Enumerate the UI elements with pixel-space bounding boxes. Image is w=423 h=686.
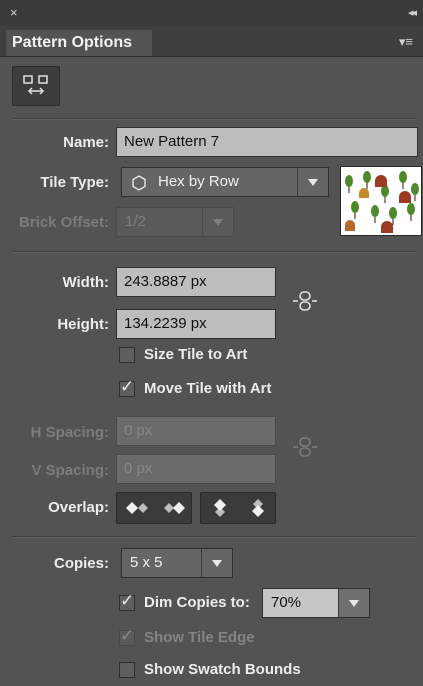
name-label: Name: bbox=[63, 134, 109, 151]
right-in-front-icon bbox=[164, 502, 185, 514]
top-in-front-button[interactable] bbox=[201, 493, 239, 523]
v-spacing-label: V Spacing: bbox=[31, 462, 109, 479]
divider bbox=[12, 118, 417, 120]
panel-title-bar: × ◂◂ bbox=[0, 0, 423, 26]
overlap-label: Overlap: bbox=[48, 499, 109, 516]
copies-value: 5 x 5 bbox=[130, 554, 163, 571]
chevron-down-icon bbox=[297, 168, 328, 196]
left-in-front-icon bbox=[126, 502, 148, 514]
copies-dropdown[interactable]: 5 x 5 bbox=[121, 548, 233, 578]
height-label: Height: bbox=[57, 316, 109, 333]
dim-copies-value: 70% bbox=[271, 594, 302, 611]
link-spacing-icon[interactable] bbox=[292, 434, 318, 460]
left-in-front-button[interactable] bbox=[117, 493, 155, 523]
right-in-front-button[interactable] bbox=[155, 493, 193, 523]
show-swatch-bounds-checkbox[interactable] bbox=[119, 662, 135, 678]
chevron-down-icon bbox=[201, 549, 232, 577]
collapse-icon[interactable]: ◂◂ bbox=[408, 6, 417, 19]
move-tile-with-art-checkbox[interactable] bbox=[119, 377, 135, 397]
bottom-in-front-icon bbox=[252, 499, 264, 517]
hexagon-icon bbox=[132, 175, 146, 191]
divider bbox=[12, 536, 417, 538]
edit-tile-icon bbox=[23, 75, 48, 95]
tab-row: Pattern Options ▾≡ bbox=[0, 26, 423, 57]
size-tile-to-art-label: Size Tile to Art bbox=[144, 346, 248, 363]
dim-copies-label: Dim Copies to: bbox=[144, 594, 250, 611]
h-spacing-label: H Spacing: bbox=[30, 424, 109, 441]
width-field[interactable]: 243.8887 px bbox=[116, 267, 276, 297]
dim-copies-dropdown[interactable]: 70% bbox=[262, 588, 370, 618]
brick-offset-value: 1/2 bbox=[125, 213, 146, 230]
vertical-overlap-group bbox=[200, 492, 276, 524]
tab-pattern-options[interactable]: Pattern Options bbox=[6, 30, 152, 56]
move-tile-with-art-label: Move Tile with Art bbox=[144, 380, 272, 397]
chevron-down-icon bbox=[202, 208, 233, 236]
bottom-in-front-button[interactable] bbox=[239, 493, 277, 523]
top-in-front-icon bbox=[214, 499, 226, 517]
show-swatch-bounds-label: Show Swatch Bounds bbox=[144, 661, 301, 678]
h-spacing-field[interactable]: 0 px bbox=[116, 416, 276, 446]
close-icon[interactable]: × bbox=[10, 5, 18, 20]
divider bbox=[12, 251, 417, 253]
panel-menu-icon[interactable]: ▾≡ bbox=[399, 34, 413, 50]
dim-copies-checkbox[interactable] bbox=[119, 591, 135, 611]
tile-type-value: Hex by Row bbox=[158, 173, 239, 190]
size-tile-to-art-checkbox[interactable] bbox=[119, 347, 135, 363]
pattern-tile-tool-button[interactable] bbox=[12, 66, 60, 106]
width-label: Width: bbox=[62, 274, 109, 291]
show-tile-edge-checkbox[interactable] bbox=[119, 626, 135, 646]
copies-label: Copies: bbox=[53, 555, 109, 572]
pattern-preview-image bbox=[341, 167, 421, 235]
horizontal-overlap-group bbox=[116, 492, 192, 524]
link-proportions-icon[interactable] bbox=[292, 288, 318, 314]
tile-type-dropdown[interactable]: Hex by Row bbox=[121, 167, 329, 197]
brick-offset-dropdown[interactable]: 1/2 bbox=[116, 207, 234, 237]
name-field[interactable]: New Pattern 7 bbox=[116, 127, 418, 157]
tile-type-label: Tile Type: bbox=[40, 174, 109, 191]
chevron-down-icon bbox=[338, 589, 369, 617]
pattern-swatch-preview bbox=[340, 166, 422, 236]
height-field[interactable]: 134.2239 px bbox=[116, 309, 276, 339]
show-tile-edge-label: Show Tile Edge bbox=[144, 629, 255, 646]
v-spacing-field[interactable]: 0 px bbox=[116, 454, 276, 484]
brick-offset-label: Brick Offset: bbox=[18, 214, 109, 231]
